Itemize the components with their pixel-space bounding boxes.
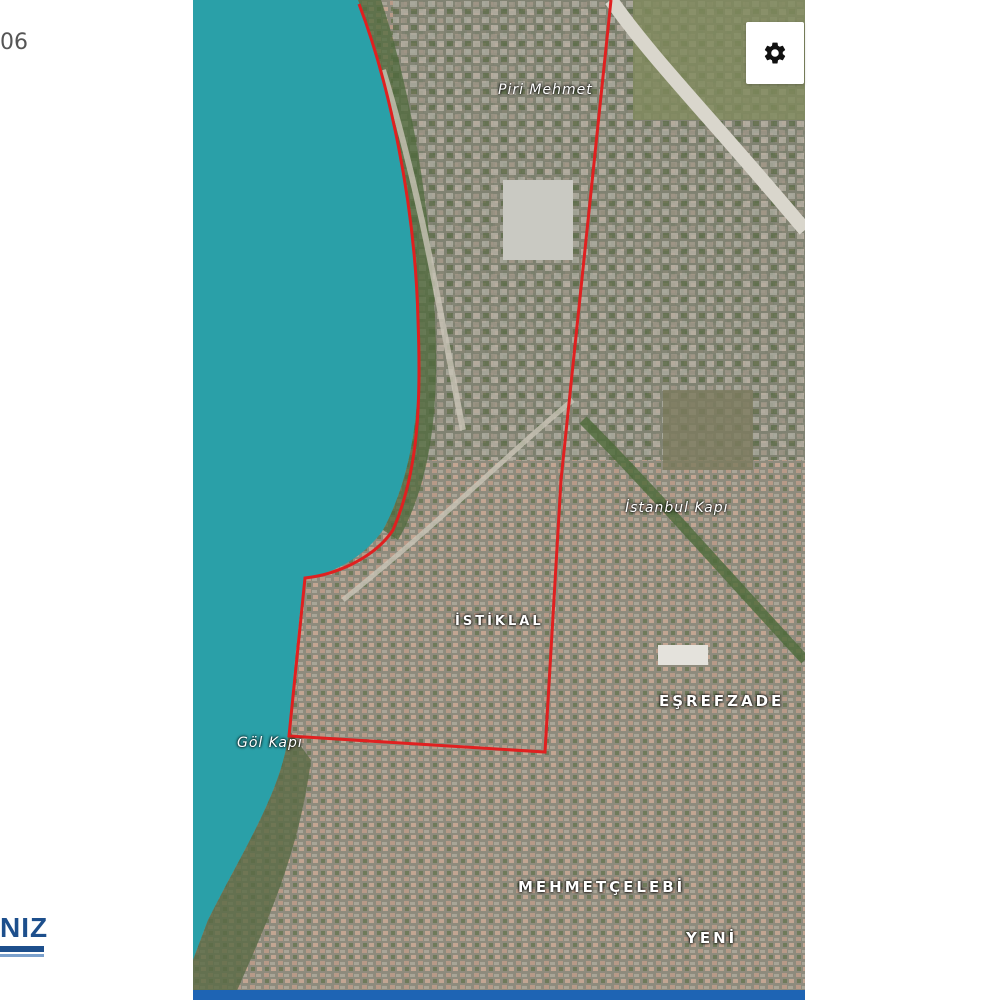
logo-underline: [0, 954, 44, 957]
label-gol-kapi: Göl Kapı: [237, 735, 303, 751]
brand-logo: NIZ: [0, 912, 48, 972]
logo-bar: [0, 946, 44, 952]
label-istiklal: İSTİKLAL: [455, 614, 544, 629]
bottom-strip: [193, 990, 805, 1000]
partial-edge-text: 06: [0, 30, 28, 55]
logo-text: NIZ: [0, 912, 49, 943]
label-yeni: YENİ: [686, 929, 738, 947]
label-istanbul-kapi: İstanbul Kapı: [625, 500, 729, 516]
satellite-map[interactable]: Piri Mehmet İstanbul Kapı İSTİKLAL EŞREF…: [193, 0, 805, 1000]
gear-icon: [764, 42, 786, 64]
settings-button[interactable]: [746, 22, 804, 84]
label-esrefzade: EŞREFZADE: [659, 692, 785, 710]
label-piri-mehmet: Piri Mehmet: [498, 82, 593, 98]
label-mehmetcelebi: MEHMETÇELEBİ: [518, 878, 686, 896]
